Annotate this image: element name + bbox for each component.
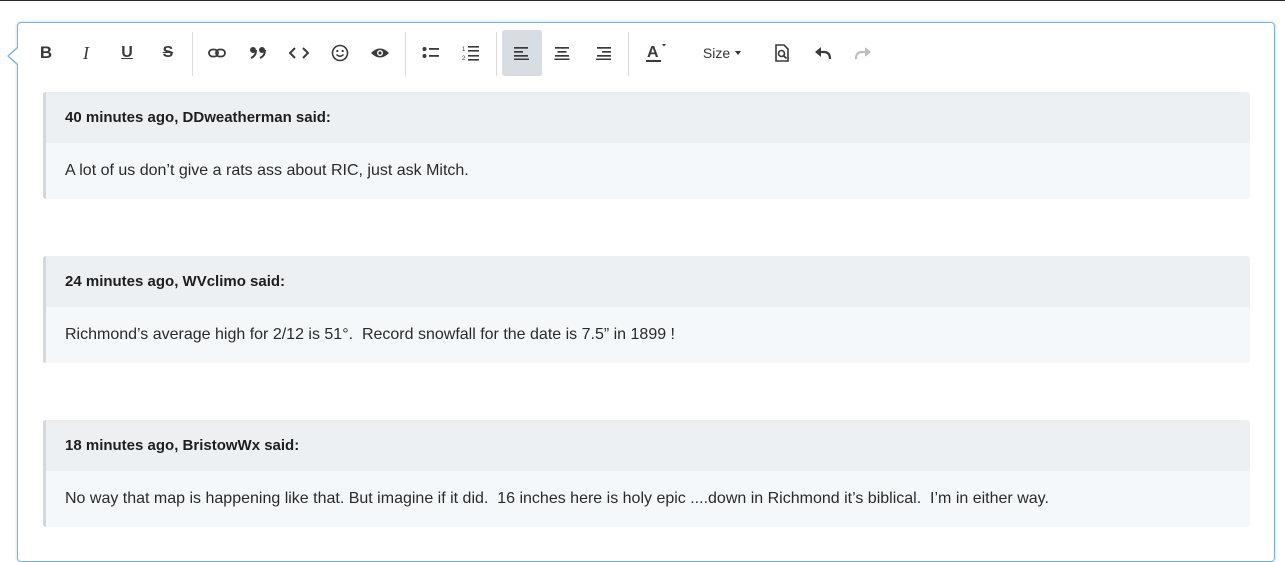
spoiler-button[interactable] — [362, 30, 398, 76]
redo-icon — [854, 47, 871, 60]
editor-pointer-fill — [9, 48, 18, 64]
bullet-list-button[interactable] — [413, 30, 449, 76]
quote-button[interactable] — [240, 30, 276, 76]
bold-button[interactable]: B — [28, 30, 64, 76]
quote-block: 18 minutes ago, BristowWx said: No way t… — [43, 420, 1250, 527]
svg-text:2: 2 — [462, 56, 466, 61]
font-color-icon: A — [646, 44, 666, 62]
underline-icon: U — [121, 44, 133, 61]
align-left-button[interactable] — [502, 30, 542, 76]
document-search-icon — [775, 44, 789, 62]
align-center-button[interactable] — [544, 30, 580, 76]
redo-button[interactable] — [845, 30, 881, 76]
italic-button[interactable]: I — [68, 30, 104, 76]
toolbar-separator — [628, 32, 629, 76]
quote-attribution[interactable]: 40 minutes ago, DDweatherman said: — [46, 92, 1250, 143]
quote-block: 40 minutes ago, DDweatherman said: A lot… — [43, 92, 1250, 199]
toolbar-separator — [405, 32, 406, 76]
strikethrough-button[interactable]: S — [150, 30, 186, 76]
bold-icon: B — [39, 43, 53, 62]
link-button[interactable] — [199, 30, 235, 76]
quote-text: No way that map is happening like that. … — [46, 471, 1250, 527]
code-button[interactable] — [281, 30, 317, 76]
quote-icon — [250, 47, 266, 59]
quote-text: Richmond’s average high for 2/12 is 51°.… — [46, 307, 1250, 363]
align-right-button[interactable] — [585, 30, 621, 76]
numbered-list-icon: 1 2 — [462, 46, 479, 61]
emoji-button[interactable] — [322, 30, 358, 76]
smiley-icon — [331, 44, 349, 62]
top-rule — [0, 0, 1285, 1]
numbered-list-button[interactable]: 1 2 — [453, 30, 489, 76]
undo-icon — [815, 47, 832, 60]
code-icon — [289, 47, 309, 59]
quote-text: A lot of us don’t give a rats ass about … — [46, 143, 1250, 199]
toolbar-separator — [496, 32, 497, 76]
quote-block: 24 minutes ago, WVclimo said: Richmond’s… — [43, 256, 1250, 363]
preview-button[interactable] — [764, 30, 800, 76]
svg-text:1: 1 — [462, 47, 466, 53]
editor-toolbar: B I U S 1 2 A Size — [24, 30, 1264, 77]
underline-button[interactable]: U — [109, 30, 145, 76]
bullet-list-icon — [422, 47, 439, 58]
align-left-icon — [514, 47, 529, 60]
align-right-icon — [596, 47, 611, 60]
font-size-label: Size — [702, 45, 731, 61]
quote-attribution[interactable]: 18 minutes ago, BristowWx said: — [46, 420, 1250, 471]
quote-attribution[interactable]: 24 minutes ago, WVclimo said: — [46, 256, 1250, 307]
italic-icon: I — [83, 42, 89, 63]
chevron-down-icon — [735, 51, 742, 55]
undo-button[interactable] — [805, 30, 841, 76]
eye-icon — [371, 48, 389, 58]
font-size-dropdown[interactable]: Size — [694, 30, 750, 76]
toolbar-separator — [192, 32, 193, 76]
strikethrough-icon: S — [162, 44, 174, 61]
font-color-button[interactable]: A — [636, 30, 676, 76]
align-center-icon — [554, 47, 570, 60]
link-icon — [208, 48, 226, 58]
svg-text:A: A — [647, 44, 659, 61]
